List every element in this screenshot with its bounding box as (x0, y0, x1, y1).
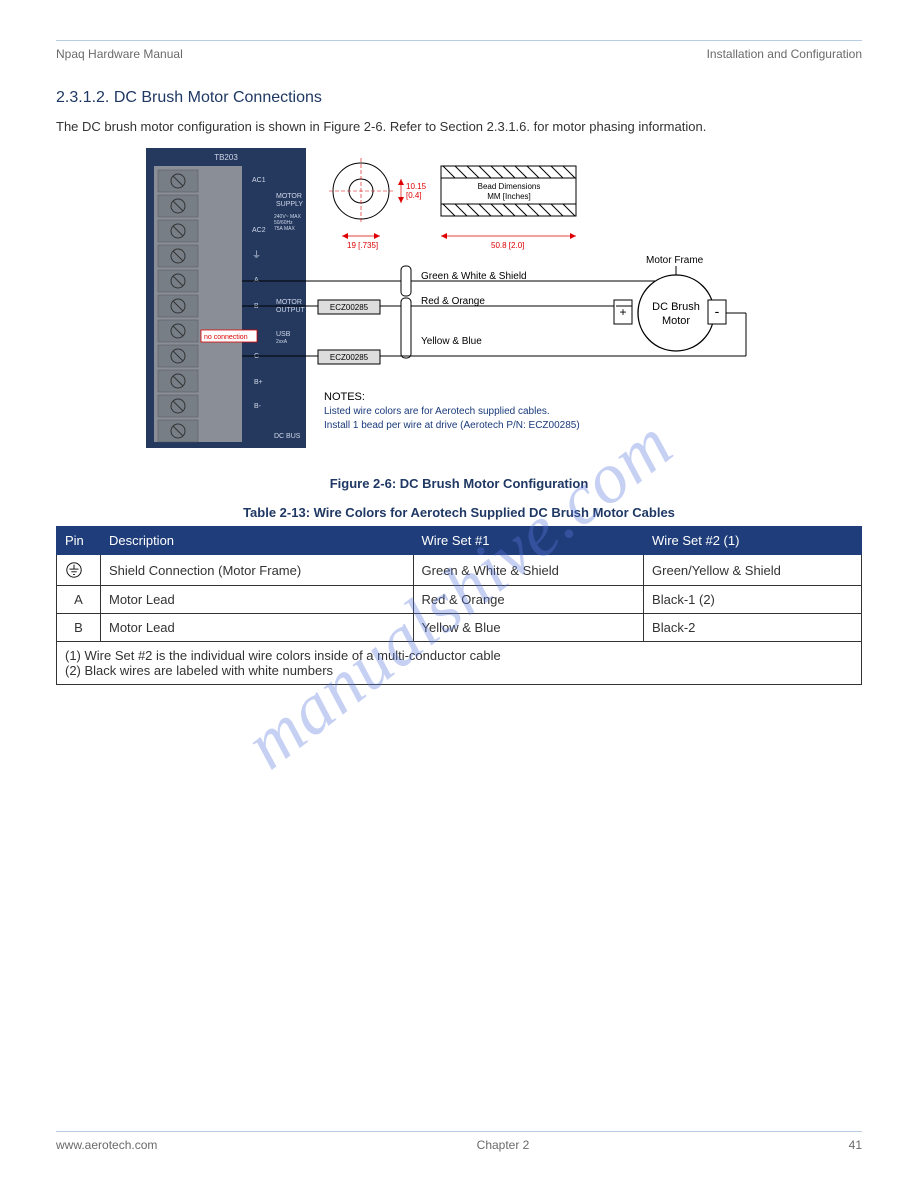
svg-text:ECZ00285: ECZ00285 (330, 303, 369, 312)
svg-text:Bead Dimensions: Bead Dimensions (478, 182, 541, 191)
svg-text:Yellow & Blue: Yellow & Blue (421, 336, 482, 347)
cell-desc: Motor Lead (101, 614, 414, 642)
page-header: Npaq Hardware Manual Installation and Co… (56, 47, 862, 61)
svg-text:AC2: AC2 (252, 227, 266, 234)
footer-left: www.aerotech.com (56, 1138, 157, 1152)
table-row: B Motor Lead Yellow & Blue Black-2 (57, 614, 862, 642)
table-row: A Motor Lead Red & Orange Black-1 (2) (57, 586, 862, 614)
cell-set2: Black-1 (2) (644, 586, 862, 614)
header-right: Installation and Configuration (707, 47, 862, 61)
header-left: Npaq Hardware Manual (56, 47, 183, 61)
svg-text:75A MAX: 75A MAX (274, 226, 296, 232)
bead-drawing: 10.15 [0.4] 19 [.735] Bead Dimensions MM… (329, 158, 576, 250)
pin-table: Pin Description Wire Set #1 Wire Set #2 … (56, 526, 862, 685)
svg-text:Motor Frame: Motor Frame (646, 255, 704, 266)
svg-text:⏚: ⏚ (252, 250, 261, 260)
cell-set1: Yellow & Blue (413, 614, 644, 642)
svg-text:ECZ00285: ECZ00285 (330, 353, 369, 362)
cell-pin: A (57, 586, 101, 614)
header-divider (56, 40, 862, 41)
footnote-1: (1) Wire Set #2 is the individual wire c… (65, 648, 853, 663)
svg-text:MOTOR: MOTOR (276, 299, 302, 306)
table-row: Shield Connection (Motor Frame) Green & … (57, 555, 862, 586)
svg-text:19 [.735]: 19 [.735] (347, 241, 378, 250)
svg-text:-: - (715, 303, 720, 319)
svg-text:no connection: no connection (204, 334, 248, 341)
svg-text:SUPPLY: SUPPLY (276, 201, 303, 208)
cell-set1: Green & White & Shield (413, 555, 644, 586)
table-caption: Table 2-13: Wire Colors for Aerotech Sup… (56, 505, 862, 520)
body-text: The DC brush motor configuration is show… (56, 119, 862, 134)
figure-diagram: TB203 AC1 MOTOR SUPPLY (146, 148, 786, 468)
svg-text:Install 1 bead per wire at dri: Install 1 bead per wire at drive (Aerote… (324, 420, 580, 431)
notes-title: NOTES: (324, 391, 365, 403)
section-title: 2.3.1.2. DC Brush Motor Connections (56, 89, 862, 107)
th-set1: Wire Set #1 (413, 527, 644, 555)
svg-text:B+: B+ (254, 379, 263, 386)
table-footnote: (1) Wire Set #2 is the individual wire c… (57, 642, 862, 685)
footnote-2: (2) Black wires are labeled with white n… (65, 663, 853, 678)
th-set2: Wire Set #2 (1) (644, 527, 862, 555)
svg-text:DC Brush: DC Brush (652, 301, 700, 313)
svg-text:Green & White & Shield: Green & White & Shield (421, 271, 527, 282)
svg-text:DC BUS: DC BUS (274, 433, 301, 440)
cell-desc: Motor Lead (101, 586, 414, 614)
svg-text:USB: USB (276, 331, 291, 338)
cell-desc: Shield Connection (Motor Frame) (101, 555, 414, 586)
svg-text:50.8 [2.0]: 50.8 [2.0] (491, 241, 524, 250)
svg-text:MM [Inches]: MM [Inches] (487, 192, 531, 201)
svg-text:[0.4]: [0.4] (406, 191, 422, 200)
footer-right: 41 (849, 1138, 862, 1152)
svg-text:B-: B- (254, 403, 262, 410)
svg-text:Motor: Motor (662, 315, 690, 327)
svg-text:Listed wire colors are for Aer: Listed wire colors are for Aerotech supp… (324, 406, 550, 417)
ground-icon (65, 561, 83, 579)
cell-set1: Red & Orange (413, 586, 644, 614)
svg-text:MOTOR: MOTOR (276, 193, 302, 200)
th-pin: Pin (57, 527, 101, 555)
page-footer: www.aerotech.com Chapter 2 41 (56, 1131, 862, 1152)
svg-text:+: + (619, 305, 626, 319)
cell-pin (57, 555, 101, 586)
th-desc: Description (101, 527, 414, 555)
svg-text:OUTPUT: OUTPUT (276, 307, 306, 314)
wiring: Motor Frame Green & White & Shield ECZ00… (242, 255, 746, 364)
cell-set2: Green/Yellow & Shield (644, 555, 862, 586)
svg-text:2xxA: 2xxA (276, 339, 288, 345)
figure-caption: Figure 2-6: DC Brush Motor Configuration (56, 476, 862, 491)
footer-center: Chapter 2 (477, 1138, 530, 1152)
svg-text:AC1: AC1 (252, 177, 266, 184)
svg-text:Red & Orange: Red & Orange (421, 296, 485, 307)
terminal-title: TB203 (214, 153, 238, 162)
cell-pin: B (57, 614, 101, 642)
terminal-screws (158, 170, 198, 442)
cell-set2: Black-2 (644, 614, 862, 642)
svg-text:10.15: 10.15 (406, 182, 427, 191)
